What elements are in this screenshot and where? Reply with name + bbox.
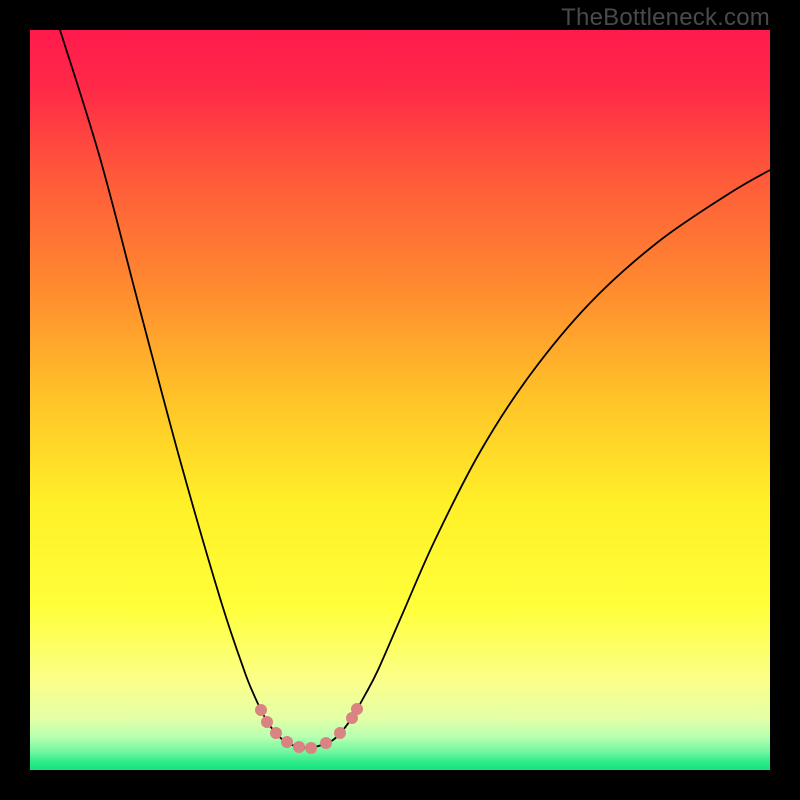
watermark-text: TheBottleneck.com bbox=[561, 4, 770, 32]
curve-marker bbox=[320, 737, 332, 749]
chart-frame bbox=[30, 30, 770, 770]
curve-marker bbox=[255, 704, 267, 716]
chart-overlay bbox=[30, 30, 770, 770]
curve-marker bbox=[270, 727, 282, 739]
curve-marker bbox=[334, 727, 346, 739]
curve-marker bbox=[281, 736, 293, 748]
curve-marker bbox=[293, 741, 305, 753]
curve-marker bbox=[305, 742, 317, 754]
curve-marker bbox=[261, 716, 273, 728]
curve-marker bbox=[351, 703, 363, 715]
bottleneck-curve bbox=[60, 30, 770, 748]
